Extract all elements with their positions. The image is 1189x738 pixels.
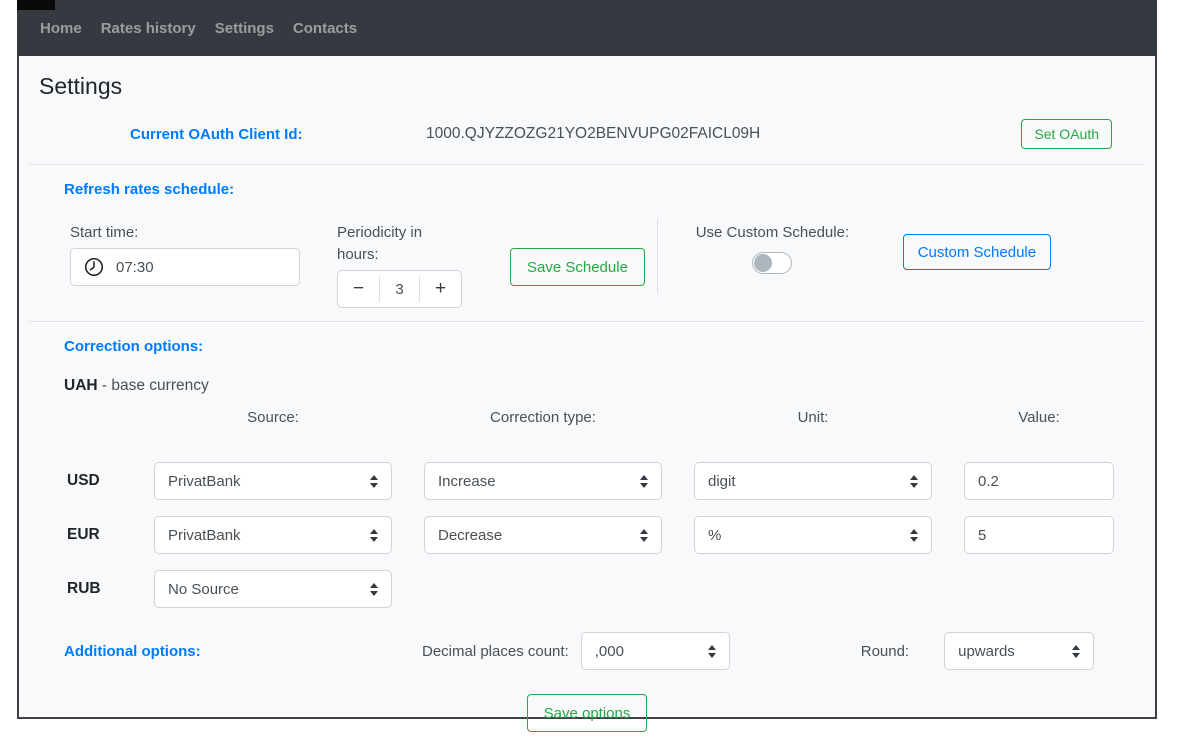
set-oauth-button[interactable]: Set OAuth — [1021, 119, 1112, 149]
save-options-button[interactable]: Save options — [526, 694, 648, 732]
usd-source-select[interactable]: PrivatBank — [154, 462, 392, 500]
oauth-row: Current OAuth Client Id: 1000.QJYZZOZG21… — [19, 116, 1155, 152]
refresh-schedule-header: Refresh rates schedule: — [64, 181, 235, 198]
correction-table: Source: Correction type: Unit: Value: US… — [67, 408, 1155, 608]
vertical-divider — [657, 218, 658, 294]
usd-correction-type-value: Increase — [438, 472, 496, 490]
eur-value-input[interactable] — [978, 517, 1100, 553]
save-options-row: Save options — [19, 694, 1155, 732]
periodicity-value: 3 — [395, 280, 404, 298]
eur-correction-type-value: Decrease — [438, 526, 503, 544]
select-arrows-icon — [640, 529, 648, 542]
nav-item-rates-history[interactable]: Rates history — [101, 20, 196, 37]
currency-label-rub: RUB — [67, 580, 101, 597]
column-header-value: Value: — [1018, 409, 1060, 426]
start-time-value-input[interactable] — [116, 249, 287, 285]
currency-label-usd: USD — [67, 472, 100, 489]
base-currency-suffix: - base currency — [97, 377, 209, 394]
column-header-source: Source: — [247, 409, 299, 426]
currency-label-eur: EUR — [67, 526, 100, 543]
periodicity-label: Periodicity in hours: — [337, 224, 423, 263]
round-select[interactable]: upwards — [944, 632, 1095, 670]
usd-unit-value: digit — [708, 472, 736, 490]
navbar-corner-block — [17, 0, 55, 10]
toggle-knob — [754, 254, 773, 272]
use-custom-schedule-field: Use Custom Schedule: — [680, 222, 865, 308]
oauth-client-id-value: 1000.QJYZZOZG21YO2BENVUPG02FAICL09H — [426, 125, 761, 142]
start-time-label: Start time: — [70, 224, 139, 241]
clock-icon — [83, 256, 105, 278]
select-arrows-icon — [640, 475, 648, 488]
select-arrows-icon — [910, 529, 918, 542]
round-label: Round: — [860, 642, 910, 660]
additional-options-header: Additional options: — [64, 642, 201, 660]
settings-panel: Settings Current OAuth Client Id: 1000.Q… — [17, 56, 1157, 732]
section-divider — [29, 321, 1145, 322]
eur-correction-type-select[interactable]: Decrease — [424, 516, 662, 554]
table-header-spacer — [67, 417, 122, 437]
select-arrows-icon — [708, 645, 716, 658]
section-divider — [29, 164, 1145, 165]
usd-unit-select[interactable]: digit — [694, 462, 932, 500]
rub-source-select[interactable]: No Source — [154, 570, 392, 608]
select-arrows-icon — [1072, 645, 1080, 658]
app-window: Home Rates history Settings Contacts Set… — [17, 0, 1157, 732]
use-custom-schedule-label: Use Custom Schedule: — [695, 224, 850, 241]
correction-options-header: Correction options: — [64, 338, 204, 355]
column-header-correction-type: Correction type: — [490, 409, 596, 426]
save-schedule-button[interactable]: Save Schedule — [510, 248, 645, 286]
round-value: upwards — [958, 642, 1015, 660]
oauth-client-id-label: Current OAuth Client Id: — [130, 125, 303, 143]
periodicity-decrement-button[interactable]: − — [338, 271, 379, 307]
usd-source-value: PrivatBank — [168, 472, 241, 490]
page-title: Settings — [39, 73, 123, 99]
eur-source-value: PrivatBank — [168, 526, 241, 544]
navbar: Home Rates history Settings Contacts — [17, 0, 1157, 56]
decimal-places-label: Decimal places count: — [422, 642, 569, 660]
nav-item-contacts[interactable]: Contacts — [293, 20, 357, 37]
rub-source-value: No Source — [168, 580, 239, 598]
use-custom-schedule-toggle[interactable] — [752, 252, 793, 274]
start-time-field: Start time: — [70, 222, 300, 308]
base-currency-code: UAH — [64, 377, 98, 394]
usd-value-field — [964, 462, 1114, 500]
eur-value-field — [964, 516, 1114, 554]
periodicity-increment-button[interactable]: + — [420, 271, 461, 307]
start-time-input[interactable] — [70, 248, 300, 286]
usd-correction-type-select[interactable]: Increase — [424, 462, 662, 500]
column-header-unit: Unit: — [797, 409, 829, 426]
eur-unit-select[interactable]: % — [694, 516, 932, 554]
periodicity-field: Periodicity in hours: − 3 + — [337, 222, 462, 308]
usd-value-input[interactable] — [978, 463, 1100, 499]
schedule-row: Start time: Periodicity in hours: − — [19, 218, 1155, 308]
select-arrows-icon — [370, 583, 378, 596]
custom-schedule-button[interactable]: Custom Schedule — [902, 234, 1051, 270]
decimal-places-select[interactable]: ,000 — [580, 632, 730, 670]
nav-item-settings[interactable]: Settings — [215, 20, 274, 37]
select-arrows-icon — [370, 529, 378, 542]
additional-options-row: Additional options: Decimal places count… — [64, 632, 1155, 670]
base-currency-line: UAH - base currency — [64, 376, 1155, 396]
select-arrows-icon — [910, 475, 918, 488]
select-arrows-icon — [370, 475, 378, 488]
eur-source-select[interactable]: PrivatBank — [154, 516, 392, 554]
nav-item-home[interactable]: Home — [40, 20, 82, 37]
eur-unit-value: % — [708, 526, 722, 544]
periodicity-stepper: − 3 + — [337, 270, 462, 308]
decimal-places-value: ,000 — [594, 642, 624, 660]
